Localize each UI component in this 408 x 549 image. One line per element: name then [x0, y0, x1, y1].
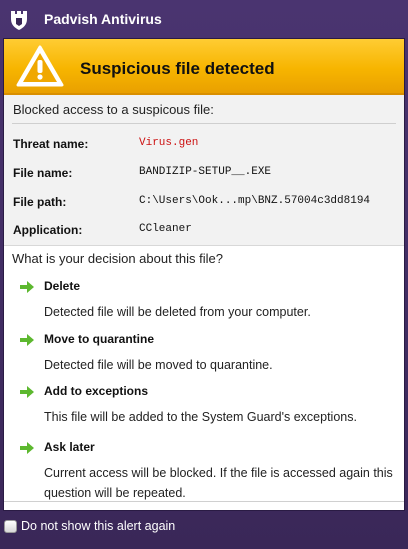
arrow-right-icon	[20, 386, 34, 398]
file-path-value: C:\Users\Ook...mp\BNZ.57004c3dd8194	[139, 195, 371, 207]
application-label: Application:	[13, 223, 83, 237]
quarantine-description: Detected file will be moved to quarantin…	[44, 358, 273, 372]
divider	[4, 501, 404, 502]
alert-content: Suspicious file detected Blocked access …	[3, 38, 405, 511]
blocked-message: Blocked access to a suspicous file:	[13, 102, 214, 117]
add-exceptions-description: This file will be added to the System Gu…	[44, 410, 357, 424]
window-title: Padvish Antivirus	[44, 11, 162, 27]
alert-heading: Suspicious file detected	[80, 59, 275, 78]
ask-later-label: Ask later	[44, 440, 95, 454]
ask-later-description: Current access will be blocked. If the f…	[44, 466, 393, 500]
threat-name-label: Threat name:	[13, 137, 89, 151]
arrow-right-icon	[20, 281, 34, 293]
do-not-show-label[interactable]: Do not show this alert again	[21, 519, 175, 533]
add-exceptions-option[interactable]: Add to exceptions This file will be adde…	[4, 384, 404, 426]
quarantine-label: Move to quarantine	[44, 332, 155, 346]
decision-question: What is your decision about this file?	[12, 251, 223, 266]
delete-label: Delete	[44, 279, 81, 293]
file-name-value: BANDIZIP-SETUP__.EXE	[139, 166, 272, 178]
ask-later-option[interactable]: Ask later Current access will be blocked…	[4, 440, 404, 500]
alert-window: Padvish Antivirus Suspicious file detect…	[0, 0, 408, 549]
padvish-logo-icon	[11, 11, 27, 30]
file-path-label: File path:	[13, 195, 67, 209]
arrow-right-icon	[20, 442, 34, 454]
title-bar[interactable]: Padvish Antivirus	[0, 0, 408, 38]
do-not-show-checkbox[interactable]	[4, 520, 17, 533]
warning-icon	[16, 45, 64, 87]
delete-option[interactable]: Delete Detected file will be deleted fro…	[4, 279, 404, 321]
threat-name-value: Virus.gen	[139, 137, 199, 149]
file-name-label: File name:	[13, 166, 73, 180]
threat-info-panel: Blocked access to a suspicous file: Thre…	[4, 95, 404, 246]
arrow-right-icon	[20, 334, 34, 346]
add-exceptions-label: Add to exceptions	[44, 384, 149, 398]
warning-banner: Suspicious file detected	[4, 39, 404, 95]
divider	[12, 123, 396, 124]
quarantine-option[interactable]: Move to quarantine Detected file will be…	[4, 332, 404, 374]
delete-description: Detected file will be deleted from your …	[44, 305, 311, 319]
application-value: CCleaner	[139, 223, 192, 235]
footer: Do not show this alert again	[0, 511, 408, 549]
